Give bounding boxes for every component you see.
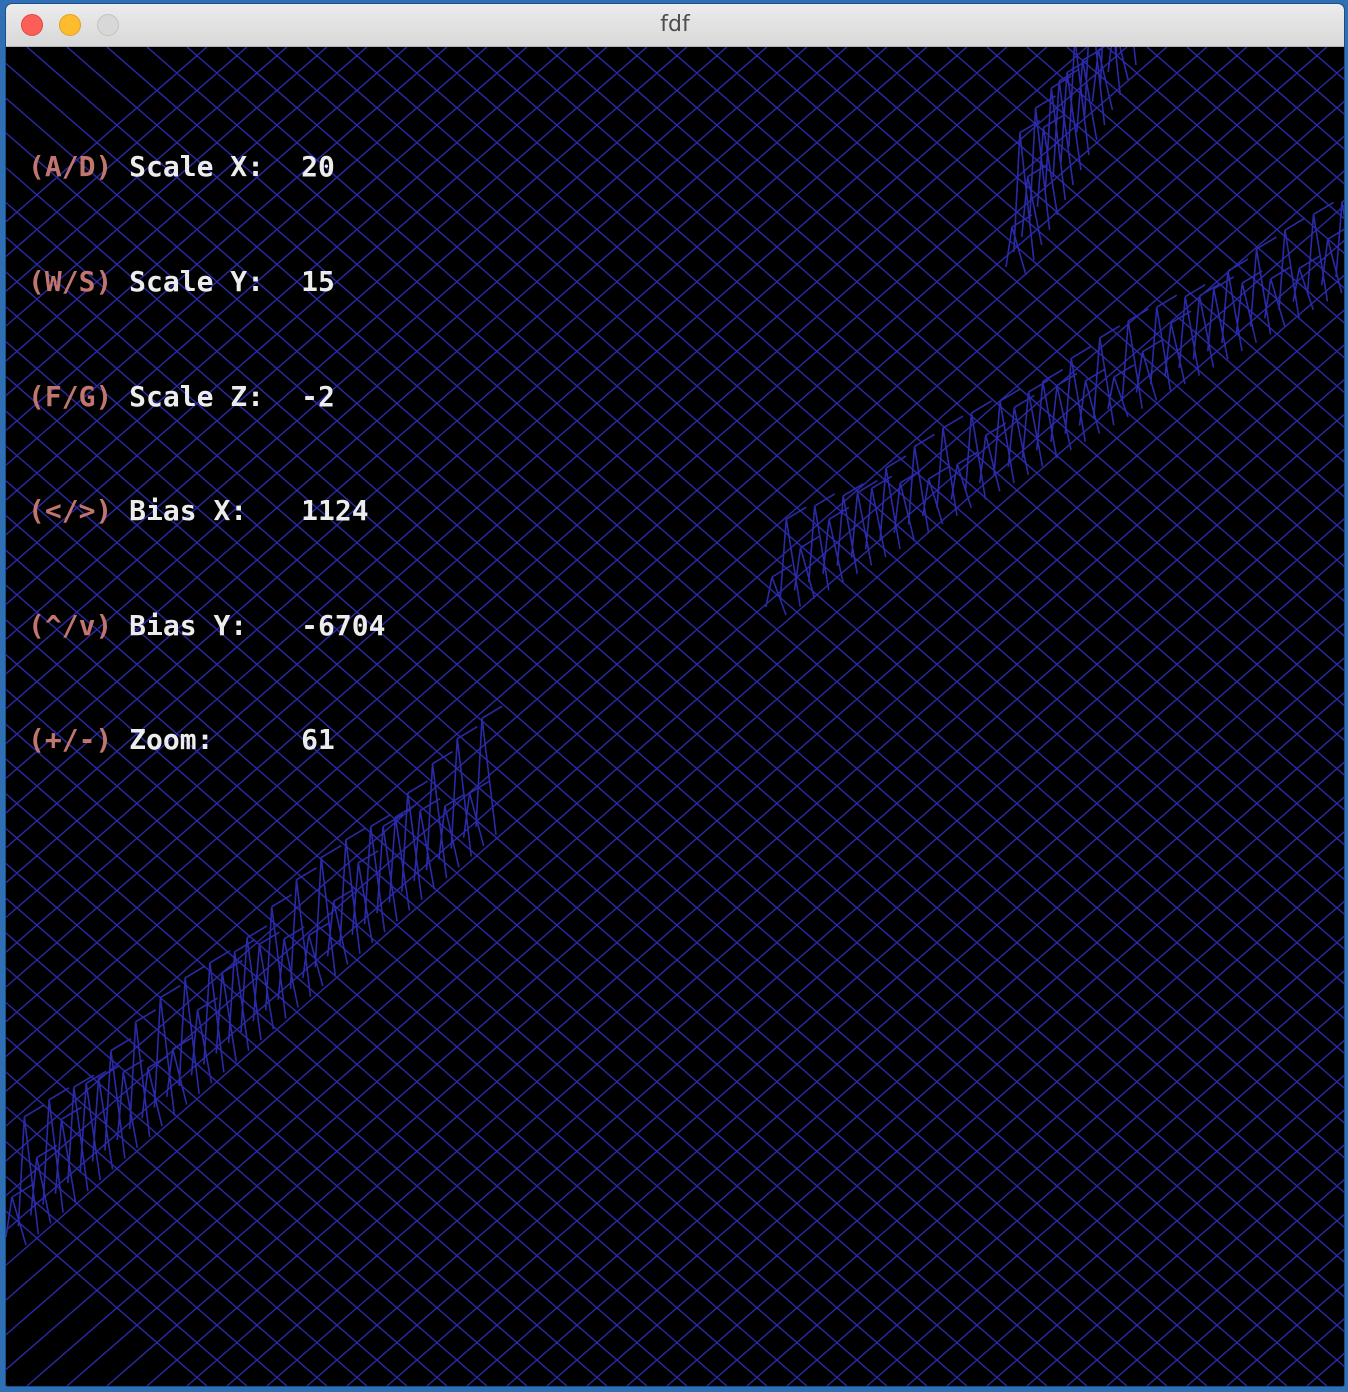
hud-label: Scale Z: <box>129 379 265 413</box>
hud-key: (F/G) <box>28 379 113 413</box>
hud-row-scale-y: (W/S) Scale Y: 15 <box>28 263 385 301</box>
hud-label: Zoom: <box>129 723 214 757</box>
hud-key: (A/D) <box>28 150 113 184</box>
hud-value: -2 <box>301 379 335 413</box>
hud-value: 61 <box>301 723 335 757</box>
hud-value: -6704 <box>301 608 386 642</box>
hud-row-bias-y: (^/v) Bias Y: -6704 <box>28 607 385 645</box>
window-title: fdf <box>660 12 690 37</box>
hud-value: 15 <box>301 265 335 298</box>
wireframe-ridge-upper <box>765 199 1344 616</box>
controls-overlay: (A/D) Scale X: 20 (W/S) Scale Y: 15 (F/G) … <box>28 72 385 836</box>
hud-key: (+/-) <box>28 723 113 757</box>
hud-key: (W/S) <box>28 265 113 298</box>
hud-value: 20 <box>301 150 335 184</box>
hud-label: Bias Y: <box>129 608 248 642</box>
wireframe-canvas[interactable]: (A/D) Scale X: 20 (W/S) Scale Y: 15 (F/G) … <box>6 47 1344 1386</box>
title-bar[interactable]: fdf <box>6 4 1344 47</box>
hud-row-scale-x: (A/D) Scale X: 20 <box>28 148 385 186</box>
hud-key: (^/v) <box>28 608 113 642</box>
hud-row-bias-x: (</>) Bias X: 1124 <box>28 492 385 530</box>
hud-label: Scale X: <box>129 150 265 184</box>
hud-label: Scale Y: <box>129 265 265 298</box>
hud-row-zoom: (+/-) Zoom: 61 <box>28 721 385 759</box>
hud-value: 1124 <box>301 494 369 528</box>
hud-key: (</>) <box>28 494 113 528</box>
hud-label: Bias X: <box>129 494 248 528</box>
app-window: fdf (A/D) Scale X: 20 (W/S) Scale Y: 15 (F… <box>6 4 1344 1386</box>
hud-row-scale-z: (F/G) Scale Z: -2 <box>28 378 385 416</box>
